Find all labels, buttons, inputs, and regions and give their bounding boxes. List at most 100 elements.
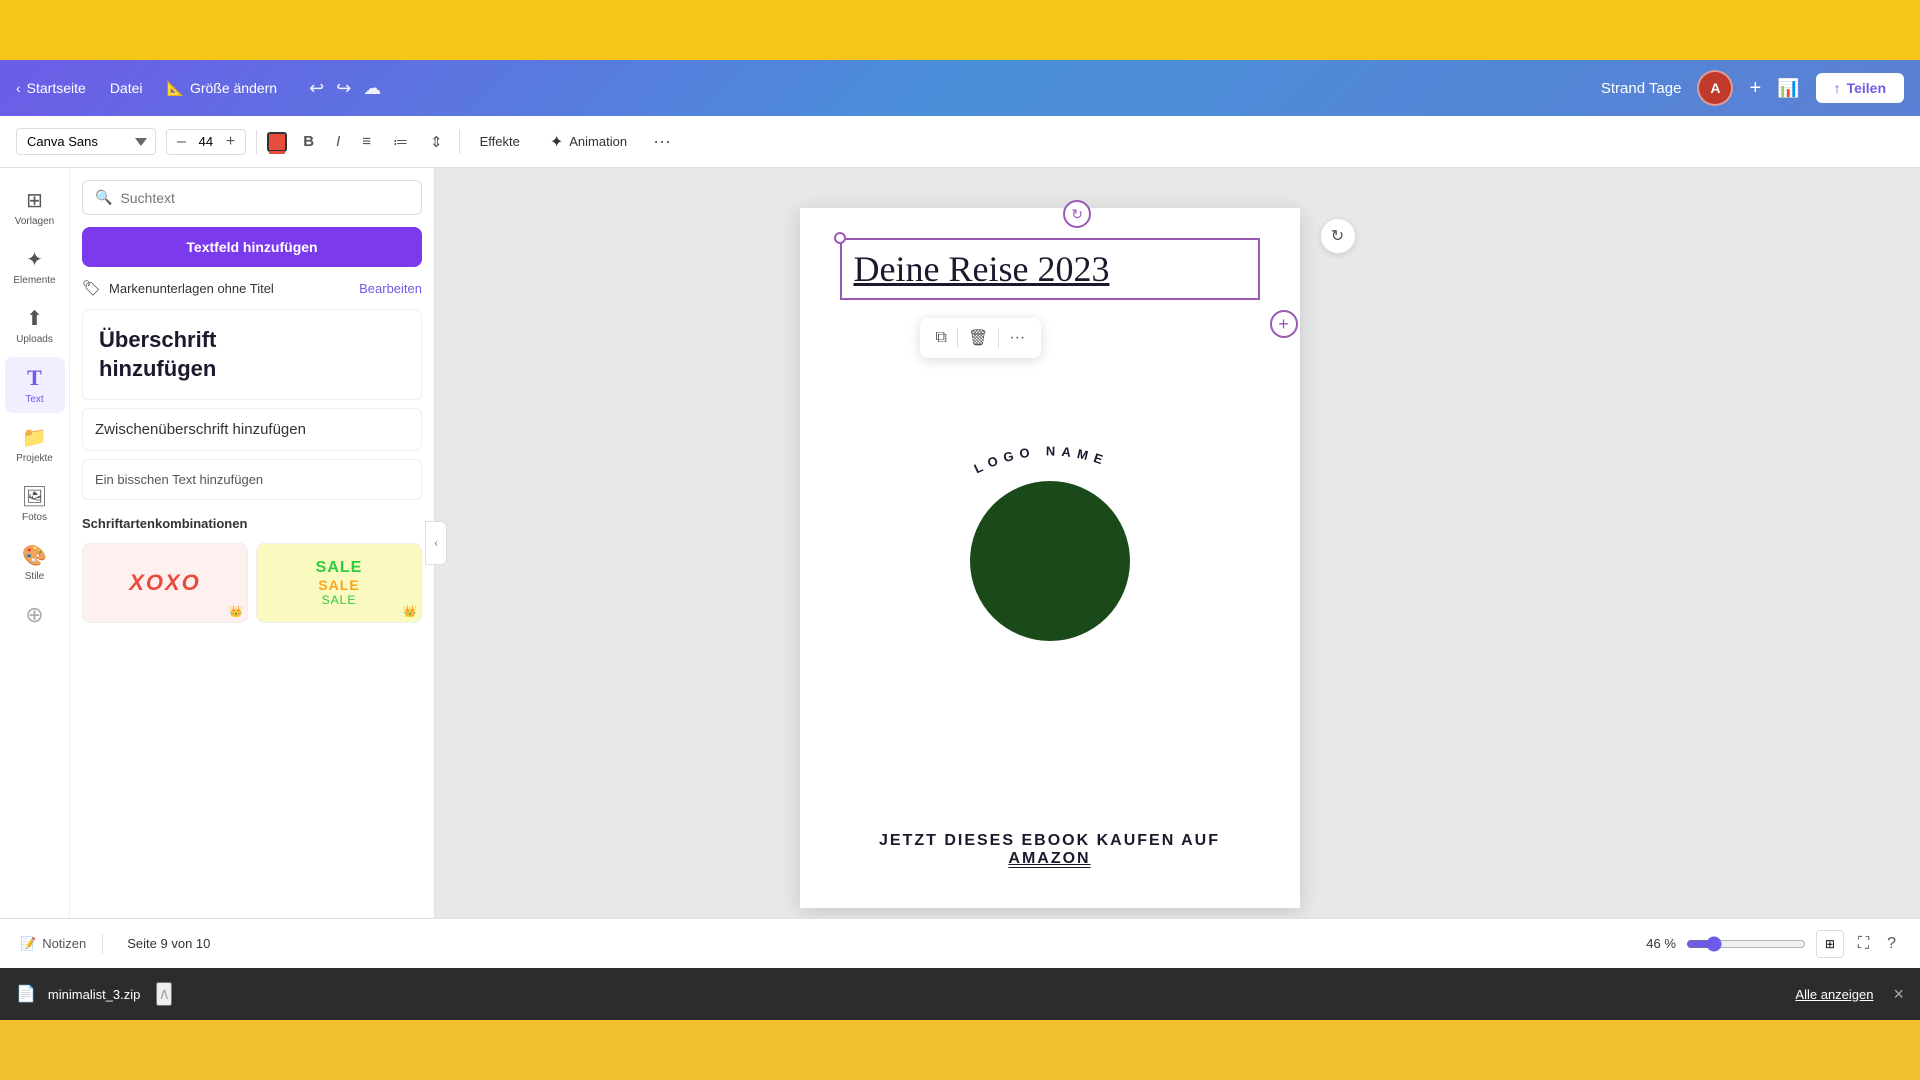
back-arrow-icon: ‹ bbox=[16, 80, 21, 96]
sale-text-2: SALE bbox=[318, 577, 359, 593]
spacing-button[interactable]: ⇕ bbox=[424, 129, 449, 155]
text-style-section: Überschrifthinzufügen Zwischenüberschrif… bbox=[82, 309, 422, 500]
text-label: Text bbox=[25, 394, 43, 405]
sale-stack: SALE SALE SALE bbox=[316, 559, 363, 607]
bottom-text-line2: AMAZON bbox=[825, 850, 1275, 868]
undo-button[interactable]: ↩ bbox=[309, 78, 324, 99]
cloud-save-button[interactable]: ☁ bbox=[363, 78, 381, 99]
back-button[interactable]: ‹ Startseite bbox=[16, 80, 86, 96]
canvas-rotate-button[interactable]: ↻ bbox=[1320, 218, 1356, 254]
float-delete-button[interactable]: 🗑 bbox=[962, 322, 994, 354]
right-panel bbox=[1720, 168, 1920, 918]
sidebar-item-text[interactable]: T Text bbox=[5, 357, 65, 413]
text-toolbar: Canva Sans – 44 + B I ≡ ≔ ⇕ Effekte ✦ An… bbox=[0, 116, 1920, 168]
float-copy-button[interactable]: ⧉ bbox=[930, 323, 953, 353]
zoom-slider[interactable] bbox=[1686, 936, 1806, 952]
canvas-text-element[interactable]: Deine Reise 2023 bbox=[854, 249, 1110, 289]
text-element-container[interactable]: ↻ Deine Reise 2023 + bbox=[840, 238, 1260, 300]
sidebar-item-more[interactable]: ⊕ bbox=[5, 594, 65, 636]
zoom-level: 46 % bbox=[1646, 936, 1676, 951]
italic-button[interactable]: I bbox=[330, 129, 346, 154]
effects-button[interactable]: Effekte bbox=[470, 130, 530, 153]
rotate-handle[interactable]: ↻ bbox=[1063, 200, 1091, 228]
fotos-icon: 🖼 bbox=[22, 484, 47, 509]
sidebar-item-stile[interactable]: 🎨 Stile bbox=[5, 535, 65, 590]
logo-element[interactable]: LOGO NAME bbox=[940, 438, 1160, 641]
font-size-value: 44 bbox=[194, 134, 218, 149]
uploads-icon: ⬆ bbox=[26, 306, 43, 331]
header-right: Strand Tage A + 📊 ↑ Teilen bbox=[1601, 70, 1904, 106]
bottom-text-line1: JETZT DIESES EBOOK KAUFEN AUF bbox=[825, 832, 1275, 850]
header-left: ‹ Startseite Datei 📐 Größe ändern bbox=[16, 76, 277, 100]
download-close-button[interactable]: × bbox=[1893, 984, 1904, 1005]
page-grid-button[interactable]: ⊞ bbox=[1816, 930, 1844, 958]
share-label: Teilen bbox=[1847, 80, 1886, 96]
sidebar-collapse-button[interactable]: ‹ bbox=[425, 521, 447, 565]
bottom-text: JETZT DIESES EBOOK KAUFEN AUF AMAZON bbox=[825, 832, 1275, 868]
vorlagen-label: Vorlagen bbox=[15, 216, 54, 227]
crown-badge-2: 👑 bbox=[403, 605, 417, 618]
uploads-label: Uploads bbox=[16, 334, 53, 345]
sidebar-item-uploads[interactable]: ⬆ Uploads bbox=[5, 298, 65, 353]
avatar: A bbox=[1697, 70, 1733, 106]
stile-label: Stile bbox=[25, 571, 44, 582]
floating-toolbar: ⧉ 🗑 ··· bbox=[920, 318, 1042, 358]
brand-row: 🏷 Markenunterlagen ohne Titel Bearbeiten bbox=[82, 279, 422, 297]
text-color-picker[interactable] bbox=[267, 132, 287, 152]
crown-badge-1: 👑 bbox=[229, 605, 243, 618]
more-options-button[interactable]: ··· bbox=[647, 127, 677, 156]
bold-button[interactable]: B bbox=[297, 129, 320, 154]
share-button[interactable]: ↑ Teilen bbox=[1816, 73, 1904, 103]
notes-icon: 📝 bbox=[20, 936, 36, 952]
bottom-bar: 📝 Notizen Seite 9 von 10 46 % ⊞ ⛶ ? bbox=[0, 918, 1920, 968]
search-input[interactable] bbox=[120, 190, 409, 206]
subheadline-option[interactable]: Zwischenüberschrift hinzufügen bbox=[82, 408, 422, 451]
redo-button[interactable]: ↪ bbox=[336, 78, 351, 99]
resize-handle[interactable] bbox=[834, 232, 846, 244]
projekte-icon: 📁 bbox=[22, 425, 47, 450]
animation-button[interactable]: ✦ Animation bbox=[540, 128, 637, 156]
sidebar-item-fotos[interactable]: 🖼 Fotos bbox=[5, 476, 65, 531]
font-size-increase[interactable]: + bbox=[222, 133, 239, 151]
font-size-decrease[interactable]: – bbox=[173, 133, 190, 151]
font-combo-sale[interactable]: SALE SALE SALE 👑 bbox=[256, 543, 422, 623]
zoom-area: 46 % ⊞ ⛶ ? bbox=[1646, 930, 1900, 958]
notes-button[interactable]: 📝 Notizen bbox=[20, 936, 86, 952]
page-grid-icon: ⊞ bbox=[1825, 937, 1835, 951]
sidebar-panel: 🔍 Textfeld hinzufügen 🏷 Markenunterlagen… bbox=[70, 168, 435, 918]
font-size-control: – 44 + bbox=[166, 129, 246, 155]
font-select[interactable]: Canva Sans bbox=[16, 128, 156, 155]
headline-option[interactable]: Überschrifthinzufügen bbox=[82, 309, 422, 400]
file-icon: 📄 bbox=[16, 984, 36, 1004]
float-more-button[interactable]: ··· bbox=[1003, 323, 1031, 353]
header-center: ↩ ↪ ☁ bbox=[309, 78, 381, 99]
headline-text: Überschrifthinzufügen bbox=[99, 327, 216, 381]
font-combo-xoxo[interactable]: XOXO 👑 bbox=[82, 543, 248, 623]
xoxo-text: XOXO bbox=[129, 570, 201, 596]
list-button[interactable]: ≔ bbox=[387, 129, 414, 155]
animation-icon: ✦ bbox=[550, 132, 563, 152]
align-button[interactable]: ≡ bbox=[356, 129, 377, 154]
file-button[interactable]: Datei bbox=[102, 76, 151, 100]
bearbeiten-button[interactable]: Bearbeiten bbox=[359, 281, 422, 296]
sidebar-item-projekte[interactable]: 📁 Projekte bbox=[5, 417, 65, 472]
add-textfield-button[interactable]: Textfeld hinzufügen bbox=[82, 227, 422, 267]
sidebar-item-elemente[interactable]: ✦ Elemente bbox=[5, 239, 65, 294]
resize-button[interactable]: 📐 Größe ändern bbox=[167, 80, 278, 97]
more-icon: ⊕ bbox=[25, 602, 43, 628]
download-expand-button[interactable]: ∧ bbox=[156, 982, 172, 1006]
bottom-divider bbox=[102, 934, 103, 954]
font-combos-title: Schriftartenkombinationen bbox=[82, 516, 422, 531]
sidebar-item-vorlagen[interactable]: ⊞ Vorlagen bbox=[5, 180, 65, 235]
svg-text:LOGO NAME: LOGO NAME bbox=[971, 443, 1110, 476]
add-user-button[interactable]: + bbox=[1749, 77, 1761, 100]
help-button[interactable]: ? bbox=[1883, 931, 1900, 957]
animation-label: Animation bbox=[569, 134, 627, 149]
body-option[interactable]: Ein bisschen Text hinzufügen bbox=[82, 459, 422, 500]
expand-handle[interactable]: + bbox=[1270, 310, 1298, 338]
fullscreen-button[interactable]: ⛶ bbox=[1854, 931, 1873, 957]
view-all-button[interactable]: Alle anzeigen bbox=[1795, 987, 1873, 1002]
download-bar: 📄 minimalist_3.zip ∧ Alle anzeigen × bbox=[0, 968, 1920, 1020]
projekte-label: Projekte bbox=[16, 453, 53, 464]
stats-button[interactable]: 📊 bbox=[1777, 78, 1799, 99]
